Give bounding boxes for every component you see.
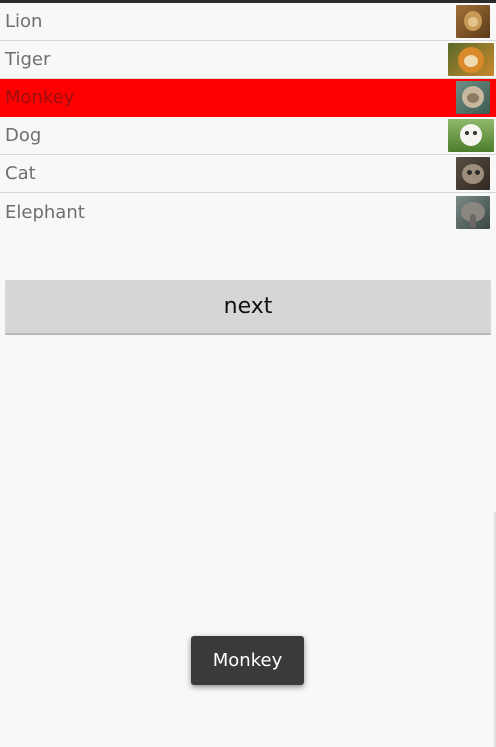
lion-thumbnail-icon: [456, 5, 490, 38]
list-item-lion[interactable]: Lion: [0, 3, 496, 41]
dog-thumbnail-icon: [448, 119, 494, 152]
list-item-label: Monkey: [5, 87, 75, 108]
list-item-dog[interactable]: Dog: [0, 117, 496, 155]
toast-message: Monkey: [191, 636, 304, 685]
cat-thumbnail-icon: [456, 157, 490, 190]
list-item-label: Elephant: [5, 201, 85, 223]
monkey-thumbnail-icon: [456, 81, 490, 114]
list-item-label: Cat: [5, 163, 36, 184]
list-item-label: Tiger: [5, 49, 51, 70]
list-item-elephant[interactable]: Elephant: [0, 193, 496, 231]
tiger-thumbnail-icon: [448, 43, 494, 76]
list-item-label: Dog: [5, 125, 42, 146]
elephant-thumbnail-icon: [456, 195, 490, 229]
list-item-label: Lion: [5, 11, 43, 32]
animal-list: Lion Tiger Monkey Dog Cat Elephant: [0, 3, 496, 231]
list-item-monkey[interactable]: Monkey: [0, 79, 496, 117]
list-item-cat[interactable]: Cat: [0, 155, 496, 193]
list-item-tiger[interactable]: Tiger: [0, 41, 496, 79]
next-button[interactable]: next: [5, 280, 491, 335]
